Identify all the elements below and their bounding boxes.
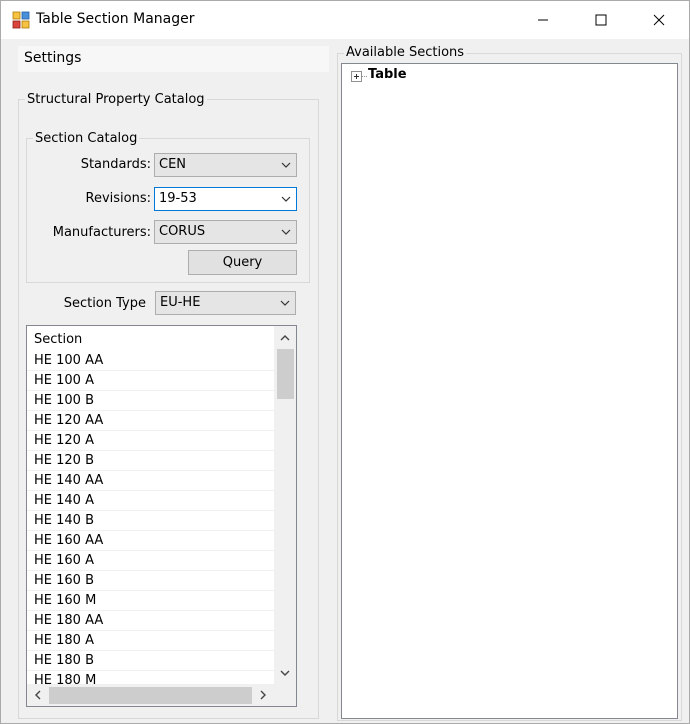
list-item[interactable]: HE 140 B (27, 511, 274, 531)
list-item-label: HE 100 A (34, 373, 94, 388)
list-item-label: HE 160 M (34, 593, 97, 608)
list-item-label: HE 100 B (34, 393, 94, 408)
manufacturers-dropdown[interactable]: CORUS (154, 220, 297, 244)
list-item[interactable]: HE 100 AA (27, 351, 274, 371)
revisions-value: 19-53 (159, 191, 197, 206)
list-item[interactable]: HE 160 A (27, 551, 274, 571)
scroll-left-icon[interactable] (32, 689, 44, 701)
list-item-label: HE 180 B (34, 653, 94, 668)
list-item-label: HE 160 B (34, 573, 94, 588)
list-item[interactable]: HE 120 B (27, 451, 274, 471)
maximize-button[interactable] (571, 1, 631, 39)
main-window: Table Section Manager Settings Structura… (0, 0, 690, 724)
scroll-up-icon[interactable] (279, 332, 291, 344)
list-item[interactable]: HE 160 AA (27, 531, 274, 551)
minimize-button[interactable] (513, 1, 573, 39)
revisions-label: Revisions: (85, 191, 151, 206)
query-button[interactable]: Query (188, 250, 297, 275)
list-item[interactable]: HE 180 AA (27, 611, 274, 631)
list-item-label: HE 140 A (34, 493, 94, 508)
chevron-down-icon (280, 300, 290, 306)
vertical-scroll-thumb[interactable] (277, 349, 294, 399)
list-item-label: HE 140 AA (34, 473, 104, 488)
standards-label: Standards: (80, 157, 151, 172)
chevron-down-icon (281, 196, 291, 202)
manufacturers-value: CORUS (159, 224, 206, 239)
list-item-label: HE 120 AA (34, 413, 104, 428)
tree-connector (362, 76, 367, 77)
section-catalog-label: Section Catalog (33, 131, 140, 146)
standards-dropdown[interactable]: CEN (154, 153, 297, 177)
chevron-down-icon (281, 162, 291, 168)
list-item[interactable]: HE 100 B (27, 391, 274, 411)
window-title: Table Section Manager (36, 11, 195, 27)
horizontal-scroll-thumb[interactable] (49, 687, 252, 704)
list-item-label: HE 180 A (34, 633, 94, 648)
maximize-icon (595, 14, 607, 26)
scrollbar-corner (274, 684, 296, 706)
list-item-label: HE 120 A (34, 433, 94, 448)
chevron-down-icon (281, 229, 291, 235)
horizontal-scrollbar[interactable] (27, 684, 296, 706)
list-item-label: HE 100 AA (34, 353, 104, 368)
list-item-label: HE 160 A (34, 553, 94, 568)
query-button-label: Query (222, 255, 263, 270)
tree-node-table[interactable]: Table (368, 67, 407, 82)
list-item[interactable]: HE 120 AA (27, 411, 274, 431)
list-item[interactable]: HE 180 B (27, 651, 274, 671)
section-list-header[interactable]: Section (34, 332, 82, 347)
list-item[interactable]: HE 180 A (27, 631, 274, 651)
settings-header-label: Settings (24, 50, 82, 66)
scroll-right-icon[interactable] (257, 689, 269, 701)
minimize-icon (538, 19, 548, 21)
title-bar[interactable]: Table Section Manager (1, 1, 689, 39)
list-item[interactable]: HE 120 A (27, 431, 274, 451)
list-item-label: HE 140 B (34, 513, 94, 528)
app-icon (12, 11, 30, 29)
list-item[interactable]: HE 140 A (27, 491, 274, 511)
list-item-label: HE 160 AA (34, 533, 104, 548)
list-item-label: HE 180 AA (34, 613, 104, 628)
tree-expand-icon[interactable] (351, 71, 362, 82)
close-button[interactable] (629, 1, 689, 39)
list-item[interactable]: HE 160 B (27, 571, 274, 591)
list-item-label: HE 120 B (34, 453, 94, 468)
section-type-label: Section Type (63, 296, 146, 311)
section-type-dropdown[interactable]: EU-HE (155, 291, 296, 315)
close-icon (653, 14, 665, 26)
section-list[interactable]: Section HE 100 AA HE 100 A HE 100 B HE 120 … (26, 325, 297, 707)
list-item[interactable]: HE 140 AA (27, 471, 274, 491)
standards-value: CEN (159, 157, 187, 172)
revisions-dropdown[interactable]: 19-53 (154, 187, 297, 211)
settings-header[interactable]: Settings (18, 46, 329, 72)
list-item[interactable]: HE 100 A (27, 371, 274, 391)
scroll-down-icon[interactable] (279, 667, 291, 679)
manufacturers-label: Manufacturers: (52, 225, 151, 240)
available-sections-tree[interactable]: Table (341, 63, 678, 719)
available-sections-label: Available Sections (344, 45, 467, 60)
list-item[interactable]: HE 160 M (27, 591, 274, 611)
section-type-value: EU-HE (160, 295, 201, 310)
structural-property-catalog-label: Structural Property Catalog (25, 92, 207, 107)
plus-icon (354, 74, 359, 79)
vertical-scrollbar[interactable] (274, 326, 296, 684)
